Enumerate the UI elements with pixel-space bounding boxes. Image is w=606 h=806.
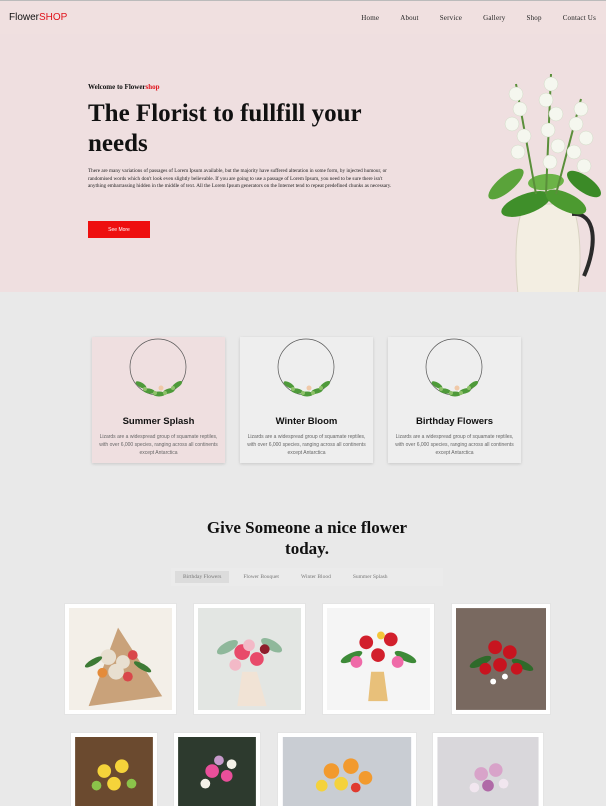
nav-service[interactable]: Service [440,14,462,22]
bouquet-image [456,608,546,710]
tab-summer-splash[interactable]: Summer Splash [345,571,396,583]
gallery-photo[interactable] [451,603,551,715]
category-cards: Summer Splash Lizards are a widespread g… [92,337,521,463]
welcome-accent: shop [145,83,160,91]
category-card[interactable]: Winter Bloom Lizards are a widespread gr… [240,337,373,463]
main-menu: Home About Service Gallery Shop Contact … [340,14,596,22]
wreath-image [129,338,187,397]
card-title: Winter Bloom [275,416,338,427]
card-description: Lizards are a widespread group of squama… [99,434,218,456]
see-more-button[interactable]: See More [88,221,150,238]
tab-flower-bouquet[interactable]: Flower Bouquet [235,571,287,583]
bouquet-image [69,608,172,710]
gallery-tabs: Birthday Flowers Flower Bouquet Winter B… [171,568,443,586]
nav-home[interactable]: Home [361,14,379,22]
welcome-text: Welcome to Flower [88,83,146,91]
card-description: Lizards are a widespread group of squama… [247,434,366,456]
bouquet-image [282,737,412,806]
category-card[interactable]: Summer Splash Lizards are a widespread g… [92,337,225,463]
hero-welcome: Welcome to Flowershop [88,83,160,91]
nav-gallery[interactable]: Gallery [483,14,505,22]
bouquet-image [327,608,430,710]
wreath-image [277,338,335,397]
top-nav: FlowerSHOP Home About Service Gallery Sh… [0,0,606,34]
hero-title: The Florist to fullfill your needs [88,100,362,157]
nav-about[interactable]: About [400,14,419,22]
gallery-photo[interactable] [64,603,177,715]
nav-shop[interactable]: Shop [526,14,541,22]
gallery-title: Give Someone a nice flower today. [206,518,408,558]
card-title: Summer Splash [122,416,195,427]
tab-winter-blood[interactable]: Winter Blood [293,571,339,583]
category-card[interactable]: Birthday Flowers Lizards are a widesprea… [388,337,521,463]
logo-main: Flower [9,12,40,23]
gallery-photo[interactable] [173,732,261,806]
gallery-photo[interactable] [193,603,306,715]
gallery-photo[interactable] [70,732,158,806]
bouquet-image [178,737,256,806]
bouquet-image [198,608,301,710]
gallery-photo[interactable] [277,732,417,806]
tab-birthday-flowers[interactable]: Birthday Flowers [175,571,230,583]
logo[interactable]: FlowerSHOP [9,12,67,23]
gallery-photo[interactable] [432,732,544,806]
hero-description: There are many variations of passages of… [88,168,392,190]
logo-accent: SHOP [39,12,68,23]
gallery-photo[interactable] [322,603,435,715]
flower-vase-image [488,73,602,292]
bouquet-image [75,737,153,806]
card-description: Lizards are a widespread group of squama… [395,434,514,456]
hero-section: Welcome to Flowershop The Florist to ful… [0,34,606,292]
card-title: Birthday Flowers [415,416,494,427]
wreath-image [425,338,483,397]
bouquet-image [437,737,539,806]
nav-contact[interactable]: Contact Us [563,14,596,22]
